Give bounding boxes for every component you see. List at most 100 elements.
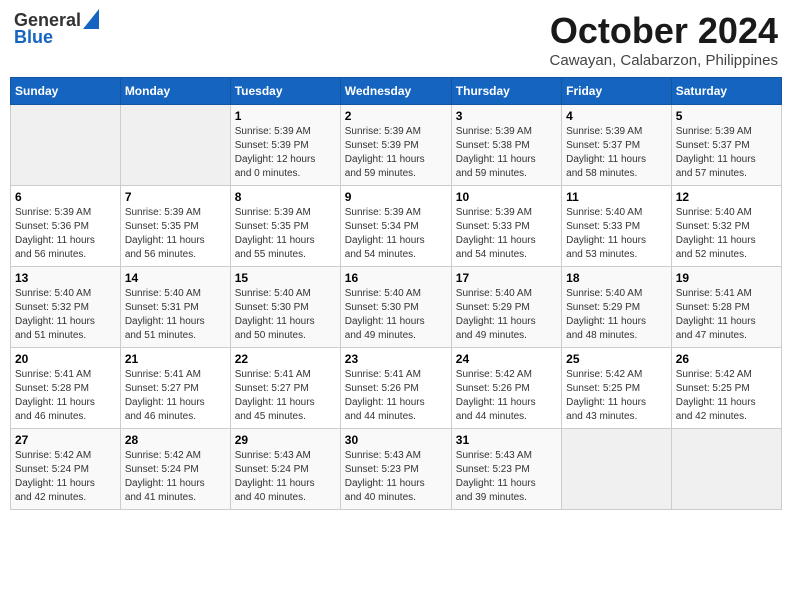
- day-info: Sunrise: 5:40 AM Sunset: 5:29 PM Dayligh…: [566, 288, 646, 341]
- calendar-cell: 14 Sunrise: 5:40 AM Sunset: 5:31 PM Dayli…: [120, 267, 230, 348]
- calendar-cell: [120, 105, 230, 186]
- day-number: 1: [235, 109, 336, 123]
- calendar-cell: 11 Sunrise: 5:40 AM Sunset: 5:33 PM Dayli…: [562, 186, 672, 267]
- calendar-week-row: 1 Sunrise: 5:39 AM Sunset: 5:39 PM Daylig…: [11, 105, 782, 186]
- day-info: Sunrise: 5:39 AM Sunset: 5:37 PM Dayligh…: [676, 126, 756, 179]
- day-number: 11: [566, 190, 667, 204]
- day-info: Sunrise: 5:42 AM Sunset: 5:25 PM Dayligh…: [566, 369, 646, 422]
- calendar-cell: [11, 105, 121, 186]
- col-tuesday: Tuesday: [230, 78, 340, 105]
- calendar-cell: [562, 429, 672, 510]
- day-number: 15: [235, 271, 336, 285]
- day-info: Sunrise: 5:43 AM Sunset: 5:23 PM Dayligh…: [345, 450, 425, 503]
- calendar-cell: 27Sunrise: 5:42 AM Sunset: 5:24 PM Dayli…: [11, 429, 121, 510]
- calendar-table: Sunday Monday Tuesday Wednesday Thursday…: [10, 77, 782, 510]
- calendar-header-row: Sunday Monday Tuesday Wednesday Thursday…: [11, 78, 782, 105]
- day-info: Sunrise: 5:39 AM Sunset: 5:38 PM Dayligh…: [456, 126, 536, 179]
- day-number: 2: [345, 109, 447, 123]
- day-number: 4: [566, 109, 667, 123]
- day-info: Sunrise: 5:40 AM Sunset: 5:29 PM Dayligh…: [456, 288, 536, 341]
- day-info: Sunrise: 5:39 AM Sunset: 5:39 PM Dayligh…: [345, 126, 425, 179]
- day-info: Sunrise: 5:40 AM Sunset: 5:33 PM Dayligh…: [566, 207, 646, 260]
- calendar-week-row: 27Sunrise: 5:42 AM Sunset: 5:24 PM Dayli…: [11, 429, 782, 510]
- day-number: 26: [676, 352, 777, 366]
- calendar-week-row: 13 Sunrise: 5:40 AM Sunset: 5:32 PM Dayli…: [11, 267, 782, 348]
- day-info: Sunrise: 5:42 AM Sunset: 5:25 PM Dayligh…: [676, 369, 756, 422]
- day-info: Sunrise: 5:39 AM Sunset: 5:35 PM Dayligh…: [125, 207, 205, 260]
- page-header: General Blue October 2024 Cawayan, Calab…: [10, 10, 782, 69]
- day-number: 28: [125, 433, 226, 447]
- subtitle: Cawayan, Calabarzon, Philippines: [550, 52, 778, 69]
- calendar-cell: 30Sunrise: 5:43 AM Sunset: 5:23 PM Dayli…: [340, 429, 451, 510]
- day-info: Sunrise: 5:43 AM Sunset: 5:23 PM Dayligh…: [456, 450, 536, 503]
- calendar-cell: 13 Sunrise: 5:40 AM Sunset: 5:32 PM Dayli…: [11, 267, 121, 348]
- calendar-cell: 23 Sunrise: 5:41 AM Sunset: 5:26 PM Dayli…: [340, 348, 451, 429]
- calendar-cell: 10Sunrise: 5:39 AM Sunset: 5:33 PM Dayli…: [451, 186, 561, 267]
- day-info: Sunrise: 5:43 AM Sunset: 5:24 PM Dayligh…: [235, 450, 315, 503]
- day-info: Sunrise: 5:40 AM Sunset: 5:31 PM Dayligh…: [125, 288, 205, 341]
- calendar-cell: 17 Sunrise: 5:40 AM Sunset: 5:29 PM Dayli…: [451, 267, 561, 348]
- col-monday: Monday: [120, 78, 230, 105]
- day-info: Sunrise: 5:41 AM Sunset: 5:27 PM Dayligh…: [235, 369, 315, 422]
- calendar-cell: 7 Sunrise: 5:39 AM Sunset: 5:35 PM Daylig…: [120, 186, 230, 267]
- day-number: 24: [456, 352, 557, 366]
- day-info: Sunrise: 5:39 AM Sunset: 5:33 PM Dayligh…: [456, 207, 536, 260]
- day-info: Sunrise: 5:39 AM Sunset: 5:37 PM Dayligh…: [566, 126, 646, 179]
- day-info: Sunrise: 5:40 AM Sunset: 5:32 PM Dayligh…: [15, 288, 95, 341]
- calendar-cell: 5 Sunrise: 5:39 AM Sunset: 5:37 PM Daylig…: [671, 105, 781, 186]
- calendar-cell: 1 Sunrise: 5:39 AM Sunset: 5:39 PM Daylig…: [230, 105, 340, 186]
- day-number: 31: [456, 433, 557, 447]
- day-info: Sunrise: 5:41 AM Sunset: 5:26 PM Dayligh…: [345, 369, 425, 422]
- day-number: 13: [15, 271, 116, 285]
- day-number: 25: [566, 352, 667, 366]
- calendar-cell: [671, 429, 781, 510]
- calendar-cell: 21Sunrise: 5:41 AM Sunset: 5:27 PM Dayli…: [120, 348, 230, 429]
- calendar-week-row: 6 Sunrise: 5:39 AM Sunset: 5:36 PM Daylig…: [11, 186, 782, 267]
- calendar-cell: 12 Sunrise: 5:40 AM Sunset: 5:32 PM Dayli…: [671, 186, 781, 267]
- day-number: 23: [345, 352, 447, 366]
- col-sunday: Sunday: [11, 78, 121, 105]
- col-thursday: Thursday: [451, 78, 561, 105]
- calendar-week-row: 20Sunrise: 5:41 AM Sunset: 5:28 PM Dayli…: [11, 348, 782, 429]
- day-number: 29: [235, 433, 336, 447]
- day-info: Sunrise: 5:39 AM Sunset: 5:39 PM Dayligh…: [235, 126, 316, 179]
- col-friday: Friday: [562, 78, 672, 105]
- day-number: 7: [125, 190, 226, 204]
- calendar-cell: 22Sunrise: 5:41 AM Sunset: 5:27 PM Dayli…: [230, 348, 340, 429]
- calendar-cell: 24 Sunrise: 5:42 AM Sunset: 5:26 PM Dayli…: [451, 348, 561, 429]
- day-info: Sunrise: 5:42 AM Sunset: 5:26 PM Dayligh…: [456, 369, 536, 422]
- day-number: 6: [15, 190, 116, 204]
- day-info: Sunrise: 5:39 AM Sunset: 5:36 PM Dayligh…: [15, 207, 95, 260]
- day-number: 9: [345, 190, 447, 204]
- day-number: 8: [235, 190, 336, 204]
- day-number: 12: [676, 190, 777, 204]
- calendar-cell: 3Sunrise: 5:39 AM Sunset: 5:38 PM Daylig…: [451, 105, 561, 186]
- day-number: 18: [566, 271, 667, 285]
- calendar-cell: 6 Sunrise: 5:39 AM Sunset: 5:36 PM Daylig…: [11, 186, 121, 267]
- day-number: 17: [456, 271, 557, 285]
- day-info: Sunrise: 5:40 AM Sunset: 5:30 PM Dayligh…: [345, 288, 425, 341]
- day-number: 5: [676, 109, 777, 123]
- logo-triangle-icon: [83, 9, 99, 29]
- day-info: Sunrise: 5:41 AM Sunset: 5:27 PM Dayligh…: [125, 369, 205, 422]
- day-number: 19: [676, 271, 777, 285]
- calendar-cell: 25 Sunrise: 5:42 AM Sunset: 5:25 PM Dayli…: [562, 348, 672, 429]
- day-number: 14: [125, 271, 226, 285]
- calendar-cell: 19Sunrise: 5:41 AM Sunset: 5:28 PM Dayli…: [671, 267, 781, 348]
- day-info: Sunrise: 5:40 AM Sunset: 5:30 PM Dayligh…: [235, 288, 315, 341]
- calendar-cell: 18 Sunrise: 5:40 AM Sunset: 5:29 PM Dayli…: [562, 267, 672, 348]
- day-info: Sunrise: 5:39 AM Sunset: 5:34 PM Dayligh…: [345, 207, 425, 260]
- day-info: Sunrise: 5:39 AM Sunset: 5:35 PM Dayligh…: [235, 207, 315, 260]
- calendar-cell: 16 Sunrise: 5:40 AM Sunset: 5:30 PM Dayli…: [340, 267, 451, 348]
- day-info: Sunrise: 5:40 AM Sunset: 5:32 PM Dayligh…: [676, 207, 756, 260]
- calendar-cell: 4 Sunrise: 5:39 AM Sunset: 5:37 PM Daylig…: [562, 105, 672, 186]
- calendar-cell: 29 Sunrise: 5:43 AM Sunset: 5:24 PM Dayli…: [230, 429, 340, 510]
- col-wednesday: Wednesday: [340, 78, 451, 105]
- logo-blue-text: Blue: [14, 27, 53, 48]
- calendar-cell: 2 Sunrise: 5:39 AM Sunset: 5:39 PM Daylig…: [340, 105, 451, 186]
- day-number: 16: [345, 271, 447, 285]
- day-info: Sunrise: 5:42 AM Sunset: 5:24 PM Dayligh…: [15, 450, 95, 503]
- calendar-cell: 9 Sunrise: 5:39 AM Sunset: 5:34 PM Daylig…: [340, 186, 451, 267]
- calendar-cell: 20Sunrise: 5:41 AM Sunset: 5:28 PM Dayli…: [11, 348, 121, 429]
- calendar-cell: 31 Sunrise: 5:43 AM Sunset: 5:23 PM Dayli…: [451, 429, 561, 510]
